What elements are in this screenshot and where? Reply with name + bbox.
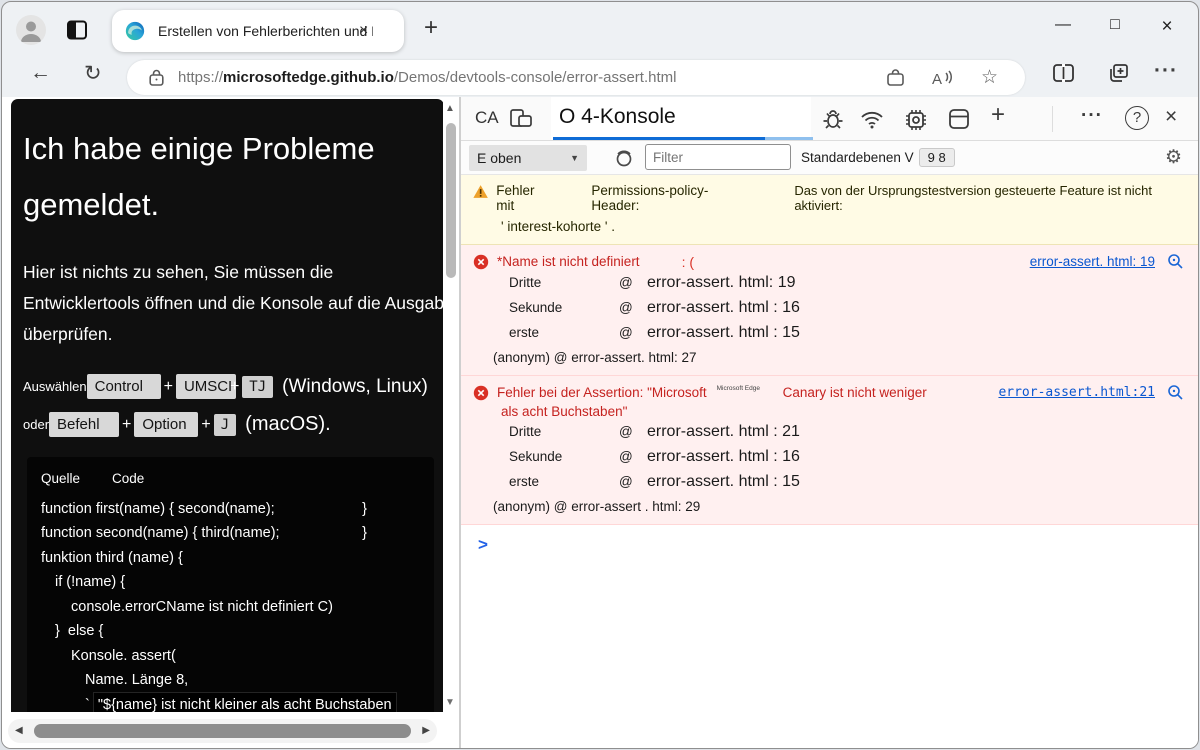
kbd-command: Befehl xyxy=(49,412,120,437)
source-link[interactable]: error-assert.html:21 xyxy=(998,385,1155,400)
stack-frame[interactable]: Sekunde @ error-assert. html : 16 xyxy=(473,444,1184,469)
collections-icon[interactable] xyxy=(1108,63,1130,83)
active-tab-underline xyxy=(553,137,765,140)
stack-frame[interactable]: erste @ error-assert. html : 15 xyxy=(473,320,1184,345)
live-expression-eye-icon[interactable] xyxy=(613,148,635,168)
error-circle-icon xyxy=(473,254,489,269)
page-horizontal-scrollbar[interactable]: ◀ ▶ xyxy=(8,719,437,743)
search-in-sources-icon[interactable] xyxy=(1167,253,1184,270)
edge-logo-icon xyxy=(125,21,145,41)
close-devtools-icon[interactable]: × xyxy=(1165,105,1177,129)
settings-more-icon[interactable]: ··· xyxy=(1154,59,1178,83)
horizontal-scroll-thumb[interactable] xyxy=(34,724,411,738)
superscript-label: Microsoft Edge xyxy=(716,385,760,392)
kbd-j-mac: J xyxy=(213,413,237,436)
network-icon[interactable] xyxy=(859,107,885,131)
error-circle-icon xyxy=(473,385,489,400)
code-line: ` "${name} ist nicht kleiner als acht Bu… xyxy=(41,691,422,712)
javascript-context-dropdown[interactable]: E oben ▼ xyxy=(469,145,587,171)
tab-close-icon[interactable]: × xyxy=(359,22,368,40)
back-button[interactable]: ← xyxy=(30,61,51,85)
devtools-panel: CA O 4-Konsole + ··· ? × E oben ▼ Filter… xyxy=(461,97,1198,748)
window-maximize-button[interactable]: □ xyxy=(1106,16,1124,38)
devtools-toolbar: CA O 4-Konsole + ··· ? × xyxy=(461,97,1198,141)
stack-frame-anonymous[interactable]: (anonym) @ error-assert. html: 27 xyxy=(473,345,1184,369)
console-settings-gear-icon[interactable]: ⚙ xyxy=(1165,146,1182,169)
favorites-star-icon[interactable]: ☆ xyxy=(981,66,998,89)
code-line: function first(name) { second(name);} xyxy=(41,500,367,517)
stack-frame[interactable]: Dritte @ error-assert. html : 21 xyxy=(473,419,1184,444)
console-warning-row[interactable]: Fehler mit Permissions-policy-Header: Da… xyxy=(461,175,1198,245)
tab-actions-icon[interactable] xyxy=(66,19,88,41)
source-link[interactable]: error-assert. html: 19 xyxy=(1030,254,1155,269)
inspect-tool-button[interactable]: CA xyxy=(475,108,499,128)
demo-page: Ich habe einige Probleme gemeldet. Hier … xyxy=(11,99,444,712)
browser-navbar: ← ↻ https://microsoftedge.github.io/Demo… xyxy=(2,57,1198,97)
browser-window: Erstellen von Fehlerberichten und Bestät… xyxy=(1,1,1199,749)
console-prompt-chevron[interactable]: > xyxy=(461,525,1198,555)
person-icon xyxy=(21,21,41,42)
split-screen-icon[interactable] xyxy=(1052,63,1075,83)
code-line: console.errorCName ist nicht definiert C… xyxy=(71,598,333,615)
window-minimize-button[interactable]: — xyxy=(1054,16,1072,38)
console-error-row[interactable]: *Name ist nicht definiert : ( error-asse… xyxy=(461,245,1198,376)
vertical-scroll-thumb[interactable] xyxy=(446,123,456,278)
new-tab-button[interactable]: + xyxy=(424,14,438,42)
browser-titlebar: Erstellen von Fehlerberichten und Bestät… xyxy=(2,2,1198,57)
refresh-button[interactable]: ↻ xyxy=(84,61,102,86)
url-text: https://microsoftedge.github.io/Demos/de… xyxy=(178,69,677,86)
code-line: } else { xyxy=(55,623,104,639)
code-line: function second(name) { third(name);} xyxy=(41,525,367,541)
performance-icon[interactable] xyxy=(903,107,929,133)
stack-frame-anonymous[interactable]: (anonym) @ error-assert . html: 29 xyxy=(473,494,1184,518)
page-vertical-scrollbar[interactable]: ▲ ▼ xyxy=(443,99,459,712)
stack-frame[interactable]: Sekunde @ error-assert. html : 16 xyxy=(473,295,1184,320)
source-code-block: Quelle Code function first(name) { secon… xyxy=(27,457,434,712)
page-title: Ich habe einige Probleme xyxy=(23,131,375,166)
stack-frame[interactable]: Dritte @ error-assert. html: 19 xyxy=(473,270,1184,295)
kbd-j-win: TJ xyxy=(242,375,274,398)
chevron-down-icon: ▼ xyxy=(570,153,579,163)
console-filter-input[interactable] xyxy=(645,144,791,170)
code-line: if (!name) { xyxy=(55,574,126,590)
page-paragraph: Hier ist nichts zu sehen, Sie müssen die… xyxy=(23,262,444,344)
more-tools-plus-button[interactable]: + xyxy=(991,101,1005,129)
console-toolbar: E oben ▼ Standardebenen V 9 8 ⚙ xyxy=(461,141,1198,175)
kbd-option: Option xyxy=(134,412,199,437)
tab-console[interactable]: O 4-Konsole xyxy=(551,97,811,140)
shortcut-hint: Auswählen Control + UMSCHA + TJ (Windows… xyxy=(23,374,428,437)
levels-badge: 9 8 xyxy=(918,148,955,167)
page-title-line2: gemeldet. xyxy=(23,187,160,222)
scroll-down-icon[interactable]: ▼ xyxy=(445,697,455,708)
code-line: Name. Länge 8, xyxy=(85,672,189,688)
warning-triangle-icon xyxy=(473,185,488,198)
browser-essentials-icon[interactable] xyxy=(886,68,905,87)
log-levels-dropdown[interactable]: Standardebenen V 9 8 xyxy=(801,148,955,167)
help-icon[interactable]: ? xyxy=(1125,106,1149,130)
code-line: Konsole. assert( xyxy=(71,647,176,664)
customize-devtools-icon[interactable]: ··· xyxy=(1081,105,1103,127)
page-pane: Ich habe einige Probleme gemeldet. Hier … xyxy=(2,97,461,748)
browser-tab[interactable]: Erstellen von Fehlerberichten und Bestät… xyxy=(112,10,404,52)
svg-text:A: A xyxy=(932,71,942,87)
kbd-shift: UMSCHA xyxy=(175,374,236,399)
window-close-button[interactable]: × xyxy=(1158,16,1176,38)
issues-bug-icon[interactable] xyxy=(821,107,845,131)
address-bar[interactable]: https://microsoftedge.github.io/Demos/de… xyxy=(127,60,1025,95)
code-line: funktion third (name) { xyxy=(41,549,183,566)
scroll-right-icon[interactable]: ▶ xyxy=(422,725,430,736)
kbd-control: Control xyxy=(86,374,161,399)
tab-title: Erstellen von Fehlerberichten und Bestät… xyxy=(158,23,373,39)
device-emulation-icon[interactable] xyxy=(509,108,533,130)
read-aloud-icon[interactable]: A xyxy=(932,69,954,87)
scroll-up-icon[interactable]: ▲ xyxy=(445,103,455,114)
console-error-row[interactable]: Fehler bei der Assertion: "Microsoft Mic… xyxy=(461,376,1198,525)
profile-avatar[interactable] xyxy=(16,15,46,45)
lock-icon xyxy=(149,69,164,86)
application-storage-icon[interactable] xyxy=(947,107,971,131)
search-in-sources-icon[interactable] xyxy=(1167,384,1184,401)
stack-frame[interactable]: erste @ error-assert. html : 15 xyxy=(473,469,1184,494)
scroll-left-icon[interactable]: ◀ xyxy=(15,725,23,736)
